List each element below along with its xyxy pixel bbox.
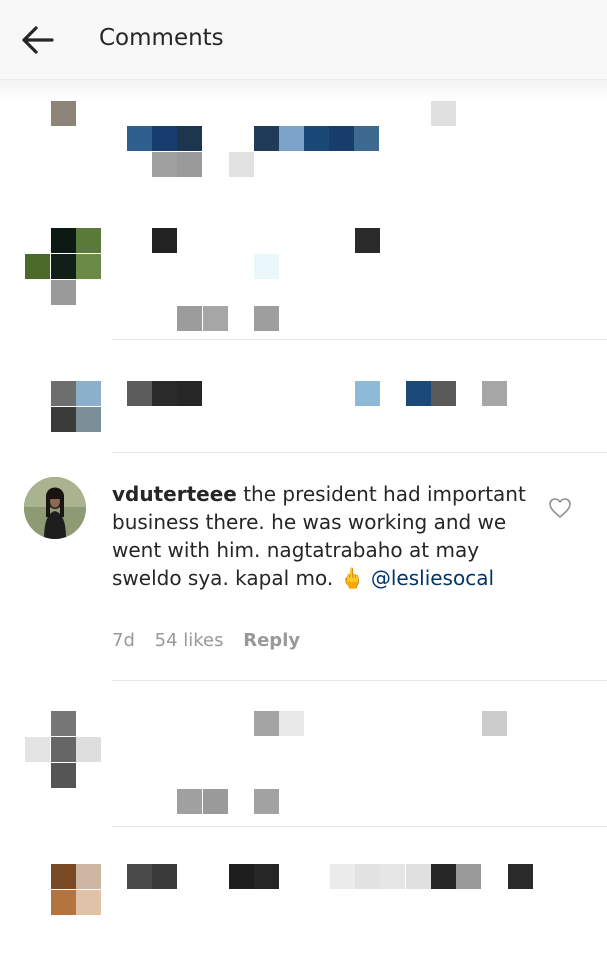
comment-likes[interactable]: 54 likes	[155, 630, 224, 651]
pixelated-comment	[0, 100, 607, 190]
comment-divider	[112, 339, 607, 340]
comment-item: vduterteee the president had important b…	[0, 462, 607, 682]
comment-username[interactable]: vduterteee	[112, 482, 237, 506]
comment-time: 7d	[112, 630, 135, 651]
header-bar: Comments	[0, 0, 607, 80]
avatar[interactable]	[24, 477, 86, 539]
pixelated-comment	[0, 380, 607, 434]
comment-divider	[112, 826, 607, 827]
reply-button[interactable]: Reply	[243, 630, 300, 651]
arrow-left-icon	[22, 26, 54, 54]
pixelated-comment	[0, 864, 607, 916]
comment-divider	[112, 680, 607, 681]
pixelated-comment	[0, 228, 607, 334]
page-title: Comments	[99, 25, 224, 51]
comment-meta: 7d 54 likes Reply	[112, 630, 314, 651]
mention-link[interactable]: @lesliesocal	[371, 566, 494, 590]
header-shadow	[0, 80, 607, 100]
comment-text: vduterteee the president had important b…	[112, 480, 532, 592]
back-button[interactable]	[20, 24, 56, 56]
like-button[interactable]	[548, 497, 572, 519]
comment-divider	[112, 452, 607, 453]
pixelated-comment	[0, 711, 607, 816]
heart-outline-icon	[549, 498, 571, 518]
